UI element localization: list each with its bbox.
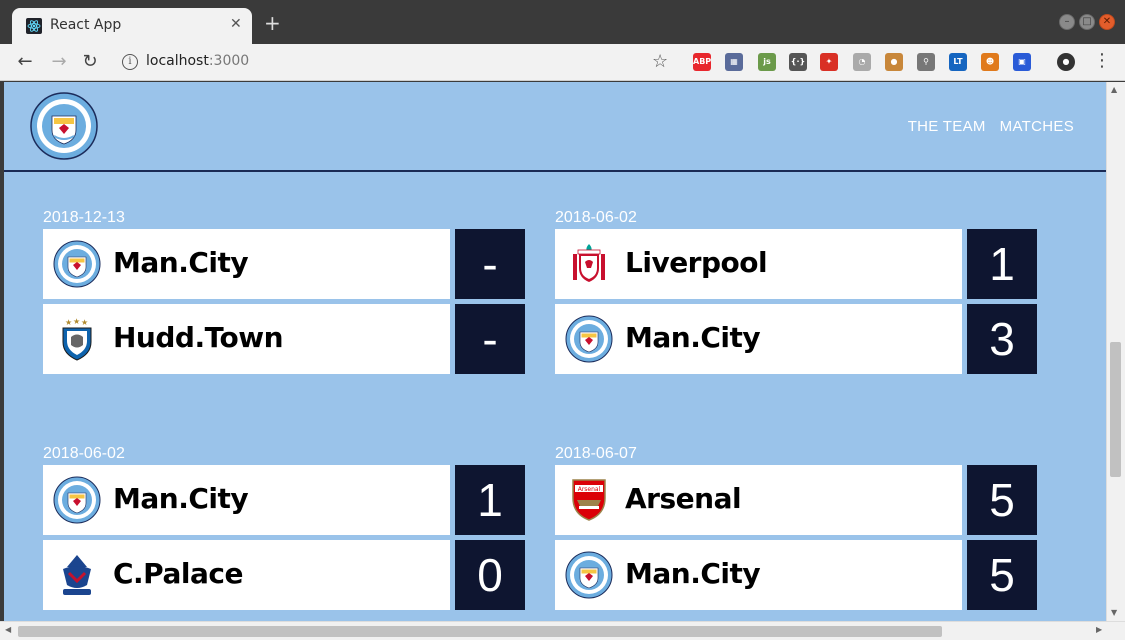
url-port: :3000 xyxy=(208,53,250,69)
maximize-button[interactable]: □ xyxy=(1079,14,1095,30)
match-date: 2018-06-02 xyxy=(555,209,637,226)
match-card[interactable]: 2018-06-07 Arsenal Arsenal 5 Man.City 5 xyxy=(555,445,1049,610)
team-row-away: ★ ★ ★ Hudd.Town - xyxy=(43,304,537,374)
score-box: 1 xyxy=(967,229,1037,299)
score-box: - xyxy=(455,229,525,299)
react-icon xyxy=(26,18,42,34)
score-box: 3 xyxy=(967,304,1037,374)
lt-icon[interactable]: LT xyxy=(949,53,967,71)
adblock-icon[interactable]: ABP xyxy=(693,53,711,71)
team-box: Liverpool xyxy=(555,229,962,299)
minimize-button[interactable]: – xyxy=(1059,14,1075,30)
scroll-right-icon[interactable]: ▶ xyxy=(1096,625,1102,634)
nav-the-team[interactable]: THE TEAM xyxy=(908,118,986,135)
browser-menu-icon[interactable]: ⋮ xyxy=(1093,50,1111,71)
browser-toolbar: ← → ↻ i localhost:3000 ☆ ABP ▦ js {·} ✦ ◔ ● ⚲ LT… xyxy=(0,44,1125,81)
page-viewport: THE TEAM MATCHES 2018-12-13 Man.City - ★… xyxy=(4,82,1106,621)
man-city-crest-icon xyxy=(565,551,613,599)
match-card[interactable]: 2018-12-13 Man.City - ★ ★ ★ Hudd.Town - xyxy=(43,209,537,374)
browser-tab[interactable]: React App ✕ xyxy=(12,8,252,44)
man-city-logo[interactable] xyxy=(30,92,98,160)
address-bar[interactable]: localhost:3000 xyxy=(146,53,249,69)
team-box: Arsenal Arsenal xyxy=(555,465,962,535)
liverpool-crest-icon xyxy=(565,240,613,288)
huddersfield-crest-icon: ★ ★ ★ xyxy=(53,315,101,363)
window-controls: – □ ✕ xyxy=(1059,14,1115,30)
new-tab-button[interactable]: + xyxy=(264,13,281,33)
arsenal-crest-icon: Arsenal xyxy=(565,476,613,524)
crystal-palace-crest-icon xyxy=(53,551,101,599)
team-name: Man.City xyxy=(113,246,249,279)
team-name: Hudd.Town xyxy=(113,321,284,354)
team-name: Liverpool xyxy=(625,246,768,279)
browser-window: React App ✕ + – □ ✕ ← → ↻ i localhost:30… xyxy=(0,0,1125,640)
score-box: 1 xyxy=(455,465,525,535)
tab-bar: React App ✕ + – □ ✕ xyxy=(0,0,1125,44)
reload-button[interactable]: ↻ xyxy=(79,51,101,73)
team-name: Man.City xyxy=(113,482,249,515)
team-box: ★ ★ ★ Hudd.Town xyxy=(43,304,450,374)
team-box: Man.City xyxy=(555,540,962,610)
json-icon[interactable]: {·} xyxy=(789,53,807,71)
score-box: - xyxy=(455,304,525,374)
tab-title: React App xyxy=(50,17,122,33)
man-city-crest-icon xyxy=(565,315,613,363)
svg-text:★: ★ xyxy=(65,318,72,327)
team-row-home: Arsenal Arsenal 5 xyxy=(555,465,1049,535)
bookmark-star-icon[interactable]: ☆ xyxy=(652,51,668,72)
tiger-icon[interactable]: ☻ xyxy=(981,53,999,71)
vertical-scroll-thumb[interactable] xyxy=(1110,342,1121,477)
scroll-up-icon[interactable]: ▲ xyxy=(1111,85,1117,94)
team-box: Man.City xyxy=(43,465,450,535)
close-window-button[interactable]: ✕ xyxy=(1099,14,1115,30)
site-info-icon[interactable]: i xyxy=(122,54,138,70)
team-row-home: Man.City 1 xyxy=(43,465,537,535)
svg-text:★: ★ xyxy=(81,318,88,327)
scroll-left-icon[interactable]: ◀ xyxy=(5,625,11,634)
js-icon[interactable]: js xyxy=(758,53,776,71)
app-header: THE TEAM MATCHES xyxy=(4,82,1106,172)
horizontal-scrollbar[interactable]: ◀ ▶ xyxy=(0,621,1125,640)
extension-red-icon[interactable]: ✦ xyxy=(820,53,838,71)
save-icon[interactable]: ▣ xyxy=(1013,53,1031,71)
team-row-home: Man.City - xyxy=(43,229,537,299)
scroll-down-icon[interactable]: ▼ xyxy=(1111,608,1117,617)
team-box: Man.City xyxy=(43,229,450,299)
score-box: 5 xyxy=(967,540,1037,610)
back-button[interactable]: ← xyxy=(14,51,36,73)
bike-icon[interactable]: ⚲ xyxy=(917,53,935,71)
svg-text:★: ★ xyxy=(73,317,80,326)
cookie-icon[interactable]: ● xyxy=(885,53,903,71)
team-name: C.Palace xyxy=(113,557,243,590)
man-city-crest-icon xyxy=(53,476,101,524)
score-box: 5 xyxy=(967,465,1037,535)
url-host: localhost xyxy=(146,53,209,69)
close-tab-icon[interactable]: ✕ xyxy=(230,16,242,32)
profile-avatar-icon[interactable]: ● xyxy=(1057,53,1075,71)
match-card[interactable]: 2018-06-02 Man.City 1 C.Palace 0 xyxy=(43,445,537,610)
team-row-home: Liverpool 1 xyxy=(555,229,1049,299)
team-row-away: Man.City 3 xyxy=(555,304,1049,374)
svg-text:Arsenal: Arsenal xyxy=(578,486,601,493)
horizontal-scroll-thumb[interactable] xyxy=(18,626,942,637)
team-box: Man.City xyxy=(555,304,962,374)
match-date: 2018-12-13 xyxy=(43,209,125,226)
team-name: Man.City xyxy=(625,321,761,354)
match-date: 2018-06-02 xyxy=(43,445,125,462)
score-box: 0 xyxy=(455,540,525,610)
team-row-away: C.Palace 0 xyxy=(43,540,537,610)
team-name: Arsenal xyxy=(625,482,742,515)
timer-icon[interactable]: ◔ xyxy=(853,53,871,71)
team-box: C.Palace xyxy=(43,540,450,610)
main-nav: THE TEAM MATCHES xyxy=(908,118,1074,135)
team-row-away: Man.City 5 xyxy=(555,540,1049,610)
match-date: 2018-06-07 xyxy=(555,445,637,462)
forward-button[interactable]: → xyxy=(48,51,70,73)
nav-matches[interactable]: MATCHES xyxy=(1000,118,1074,135)
man-city-crest-icon xyxy=(53,240,101,288)
extension-grid-icon[interactable]: ▦ xyxy=(725,53,743,71)
match-card[interactable]: 2018-06-02 Liverpool 1 Man.City 3 xyxy=(555,209,1049,374)
vertical-scrollbar[interactable]: ▲ ▼ xyxy=(1106,82,1125,621)
team-name: Man.City xyxy=(625,557,761,590)
